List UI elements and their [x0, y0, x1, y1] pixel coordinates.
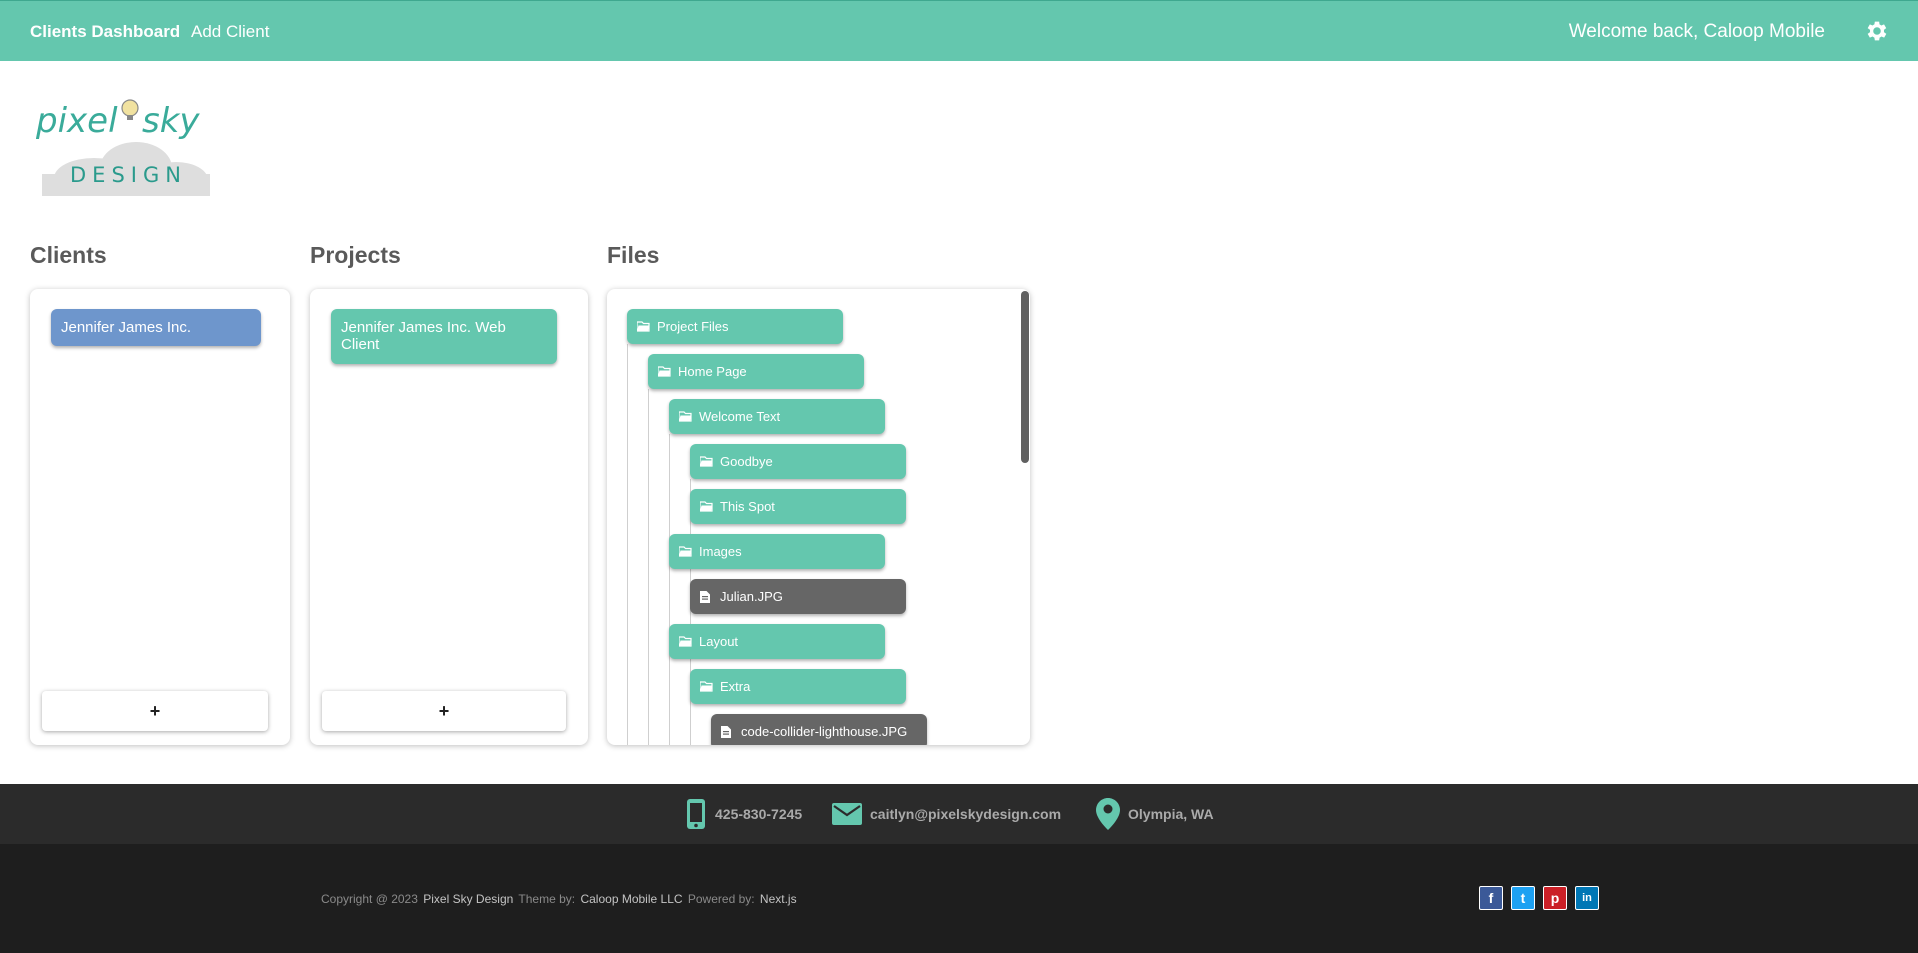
project-item[interactable]: Jennifer James Inc. Web Client [331, 309, 557, 364]
folder-node[interactable]: Images [669, 534, 885, 569]
logo-word-sky: sky [142, 101, 200, 141]
tree-node-label: Project Files [657, 319, 729, 334]
folder-open-icon [679, 546, 693, 557]
location-text: Olympia, WA [1128, 806, 1214, 822]
folder-node[interactable]: Welcome Text [669, 399, 885, 434]
files-scrollbar[interactable] [1021, 291, 1029, 463]
tree-guide-line [627, 344, 628, 745]
nav-add-client[interactable]: Add Client [191, 22, 269, 42]
tree-node-label: Home Page [678, 364, 747, 379]
tree-node-label: Julian.JPG [720, 589, 783, 604]
tree-guide-line [669, 434, 670, 745]
contact-bar: 425-830-7245 caitlyn@pixelskydesign.com … [0, 784, 1918, 844]
tree-node-label: Images [699, 544, 742, 559]
file-icon [700, 590, 714, 603]
folder-open-icon [700, 681, 714, 692]
folder-node[interactable]: Extra [690, 669, 906, 704]
theme-author-link[interactable]: Caloop Mobile LLC [580, 892, 682, 906]
footer: Copyright @ 2023 Pixel Sky Design Theme … [0, 844, 1918, 953]
twitter-icon[interactable]: t [1511, 886, 1535, 910]
contact-email[interactable]: caitlyn@pixelskydesign.com [832, 784, 1061, 844]
tree-node-label: Extra [720, 679, 751, 694]
linkedin-icon[interactable]: in [1575, 886, 1599, 910]
map-pin-icon [1096, 798, 1120, 830]
welcome-message: Welcome back, Caloop Mobile [1568, 21, 1825, 42]
folder-node[interactable]: Goodbye [690, 444, 906, 479]
add-project-button[interactable]: + [322, 691, 566, 731]
folder-node[interactable]: Layout [669, 624, 885, 659]
facebook-icon[interactable]: f [1479, 886, 1503, 910]
folder-open-icon [700, 456, 714, 467]
copyright-prefix: Copyright @ 2023 [321, 892, 418, 906]
contact-location[interactable]: Olympia, WA [1096, 784, 1214, 844]
top-nav-bar: Clients Dashboard Add Client Welcome bac… [0, 0, 1918, 61]
file-node[interactable]: Julian.JPG [690, 579, 906, 614]
logo-word-pixel: pixel [36, 101, 118, 141]
folder-open-icon [658, 366, 672, 377]
powered-link[interactable]: Next.js [760, 892, 797, 906]
pixel-sky-design-logo: pixel sky DESIGN [36, 99, 210, 196]
copyright-line: Copyright @ 2023 Pixel Sky Design Theme … [321, 892, 799, 906]
client-item[interactable]: Jennifer James Inc. [51, 309, 261, 346]
nav-clients-dashboard[interactable]: Clients Dashboard [30, 22, 180, 42]
gear-icon[interactable] [1864, 18, 1890, 44]
phone-icon [687, 799, 705, 829]
files-panel: Project Files Home Page Welcome Text Goodby… [607, 289, 1030, 745]
folder-open-icon [700, 501, 714, 512]
file-node[interactable]: code-collider-lighthouse.JPG [711, 714, 927, 745]
phone-number: 425-830-7245 [715, 806, 803, 822]
logo-word-design: DESIGN [70, 163, 187, 187]
projects-heading: Projects [310, 242, 401, 268]
clients-heading: Clients [30, 242, 107, 268]
projects-panel: Jennifer James Inc. Web Client + [310, 289, 588, 745]
pinterest-icon[interactable]: p [1543, 886, 1567, 910]
company-link[interactable]: Pixel Sky Design [423, 892, 513, 906]
clients-panel: Jennifer James Inc. + [30, 289, 290, 745]
tree-node-label: Welcome Text [699, 409, 781, 424]
folder-node[interactable]: This Spot [690, 489, 906, 524]
powered-by-label: Powered by: [687, 892, 755, 906]
folder-node[interactable]: Project Files [627, 309, 843, 344]
file-icon [721, 725, 735, 738]
files-heading: Files [607, 242, 660, 268]
theme-by-label: Theme by: [518, 892, 576, 906]
tree-node-label: Goodbye [720, 454, 773, 469]
email-address: caitlyn@pixelskydesign.com [870, 806, 1062, 822]
folder-open-icon [637, 321, 651, 332]
add-client-button[interactable]: + [42, 691, 268, 731]
tree-node-label: code-collider-lighthouse.JPG [741, 724, 908, 739]
tree-node-label: This Spot [720, 499, 775, 514]
folder-node[interactable]: Home Page [648, 354, 864, 389]
folder-open-icon [679, 636, 693, 647]
tree-guide-line [648, 389, 649, 745]
tree-node-label: Layout [699, 634, 739, 649]
folder-open-icon [679, 411, 693, 422]
envelope-icon [832, 803, 862, 825]
contact-phone[interactable]: 425-830-7245 [685, 784, 802, 844]
